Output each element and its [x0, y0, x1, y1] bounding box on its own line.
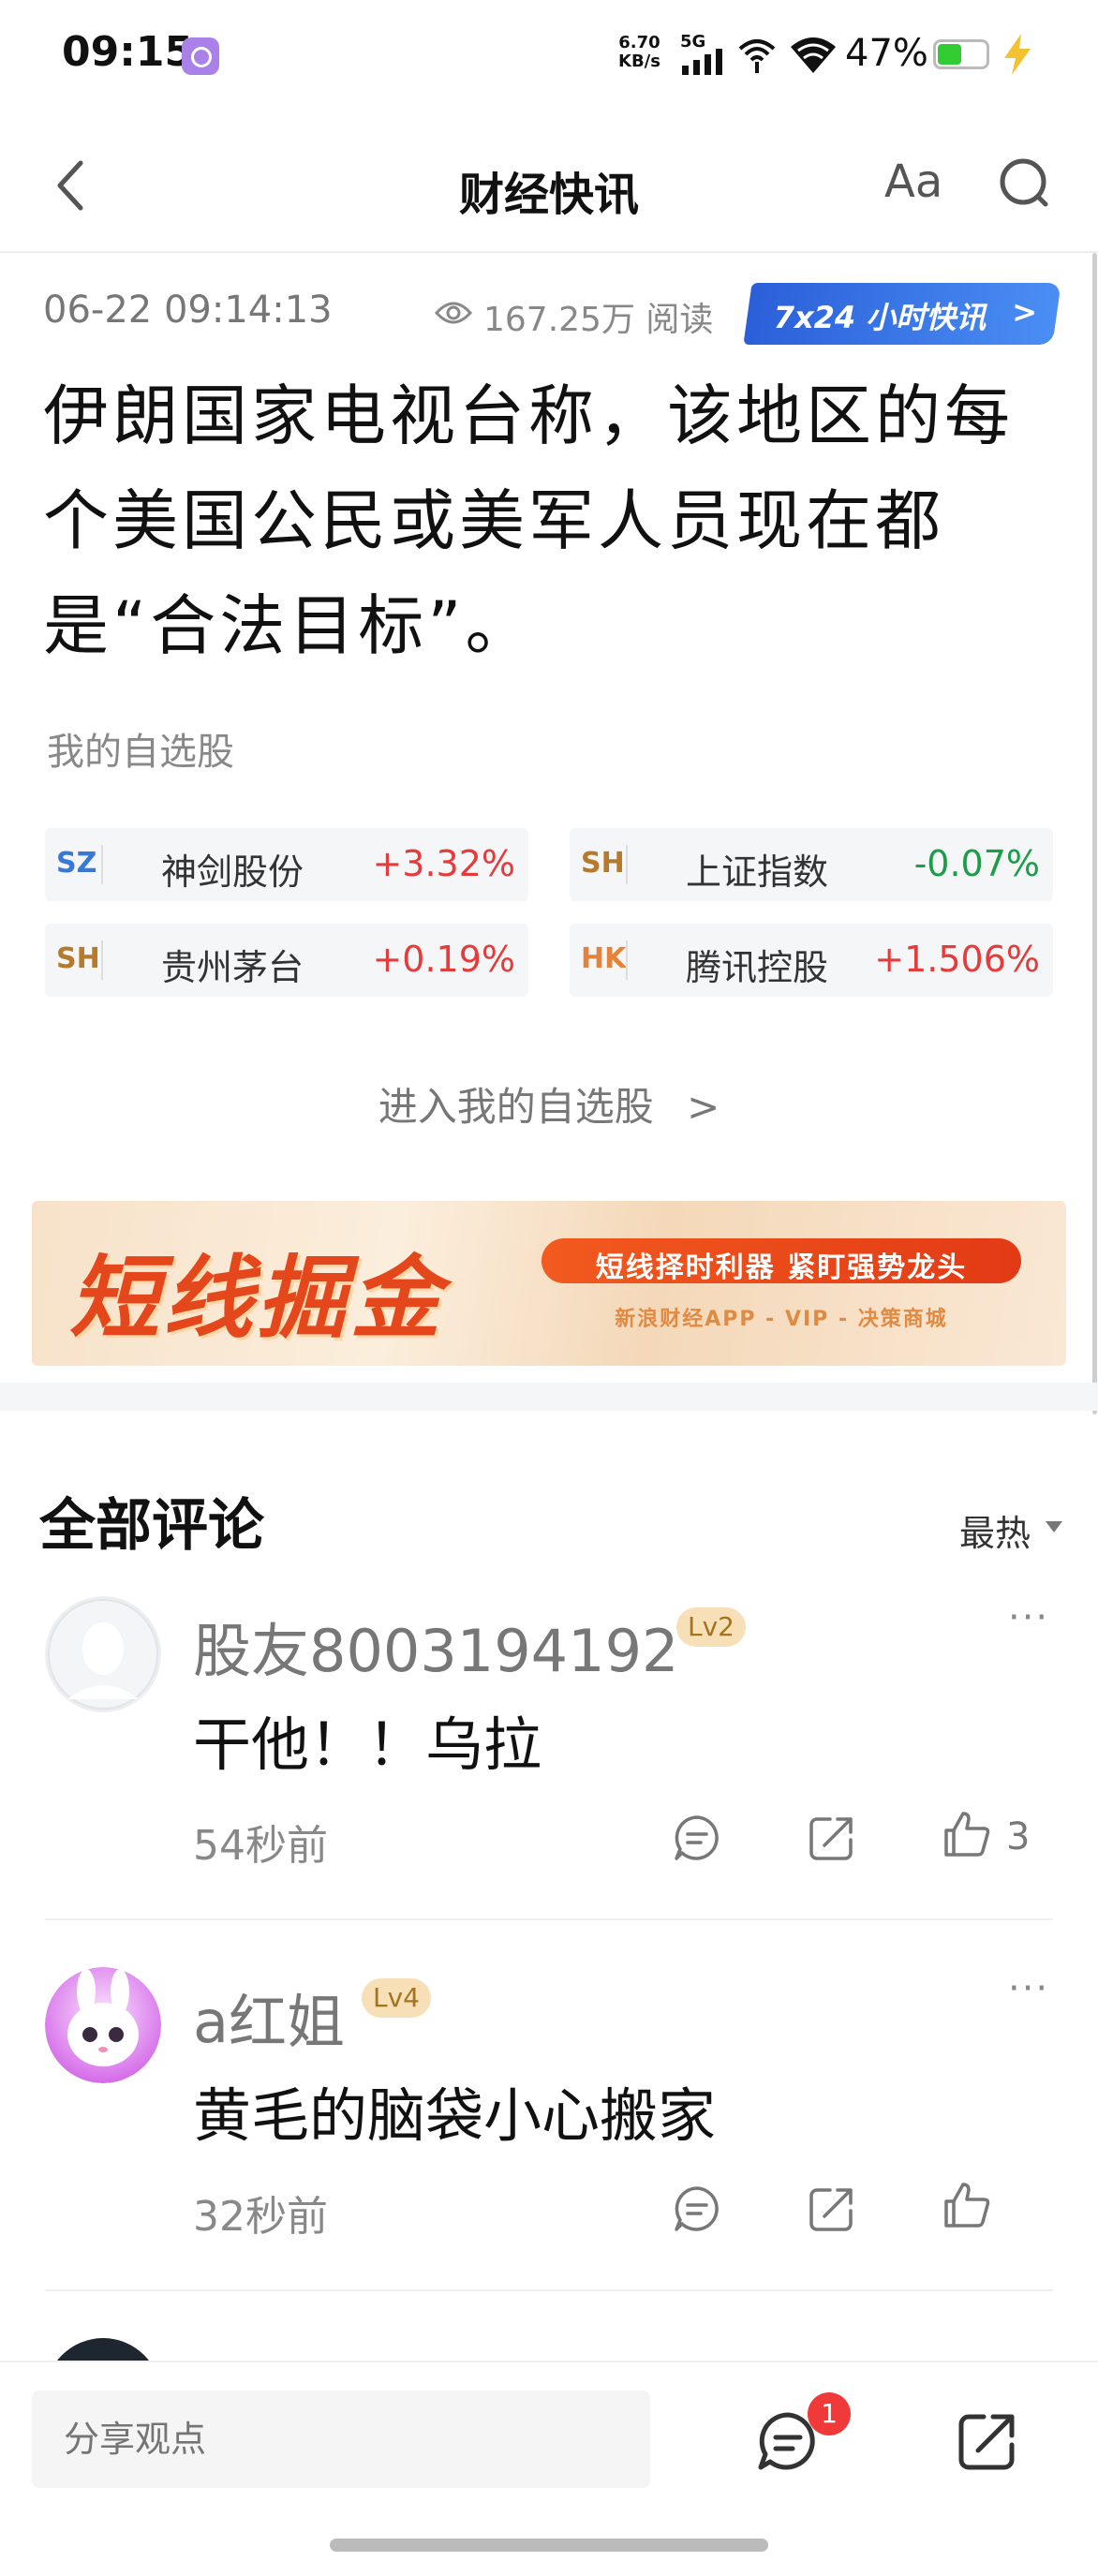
banner-tagline-pill: 短线择时利器 紧盯强势龙头 — [542, 1238, 1021, 1284]
comments-title: 全部评论 — [39, 1493, 264, 1559]
battery-icon — [933, 39, 989, 69]
share-opinion-input[interactable] — [32, 2391, 650, 2488]
like-icon[interactable] — [942, 2181, 991, 2229]
stock-market-tag: SH — [581, 847, 625, 880]
read-count: 167.25万 阅读 — [483, 301, 714, 339]
caret-down-icon[interactable] — [1046, 1521, 1062, 1532]
like-count: 3 — [1006, 1815, 1031, 1858]
user-level-badge: Lv4 — [362, 1978, 431, 2018]
eye-icon — [435, 302, 472, 324]
comment-username[interactable]: a红姐 — [193, 1975, 345, 2059]
banner-tagline: 短线择时利器 紧盯强势龙头 — [595, 1251, 968, 1284]
stock-name: 神剑股份 — [160, 851, 304, 893]
enter-my-stocks-label: 进入我的自选股 — [378, 1084, 654, 1130]
comment-divider — [45, 1918, 1053, 1920]
stock-card-tencent[interactable]: HK 腾讯控股 +1.506% — [570, 924, 1053, 997]
article-headline: 伊朗国家电视台称，该地区的每个美国公民或美军人员现在都是“合法目标”。 — [43, 378, 1014, 664]
comments-sort-select[interactable]: 最热 — [959, 1504, 1031, 1556]
more-options-icon[interactable]: ··· — [1008, 1596, 1049, 1639]
stock-card-shenjian[interactable]: SZ 神剑股份 +3.32% — [45, 828, 528, 901]
comment-count-badge: 1 — [808, 2392, 851, 2435]
share-icon[interactable] — [808, 2184, 856, 2233]
my-stocks-label: 我的自选股 — [47, 731, 234, 774]
stock-card-moutai[interactable]: SH 贵州茅台 +0.19% — [45, 924, 528, 997]
cellular-signal-icon — [682, 49, 722, 75]
network-speed-value: 6.70 — [618, 33, 660, 52]
scrollbar[interactable] — [1092, 253, 1097, 1414]
comment-divider — [45, 2289, 1053, 2291]
comment-time: 32秒前 — [193, 2193, 328, 2241]
stock-card-separator — [101, 845, 103, 884]
user-level-badge: Lv2 — [676, 1607, 746, 1647]
stock-card-shanghai-index[interactable]: SH 上证指数 -0.07% — [570, 828, 1053, 901]
stock-name: 上证指数 — [685, 851, 828, 893]
reply-icon[interactable] — [673, 1814, 721, 1862]
status-time: 09:15 — [62, 28, 194, 76]
stock-market-tag: HK — [581, 942, 627, 975]
comment-username[interactable]: 股友8003194192 — [193, 1604, 678, 1688]
stock-change: +0.19% — [372, 939, 515, 980]
stock-market-tag: SH — [56, 942, 100, 975]
network-speed: 6.70 KB/s — [618, 34, 660, 71]
share-icon[interactable] — [808, 1814, 856, 1862]
chevron-right-icon: > — [687, 1084, 720, 1130]
reply-icon[interactable] — [673, 2184, 721, 2233]
notification-app-icon — [182, 37, 219, 75]
promo-banner[interactable]: 短线掘金 短线择时利器 紧盯强势龙头 新浪财经APP - VIP - 决策商城 — [32, 1201, 1066, 1366]
wifi-icon — [791, 37, 836, 73]
stock-card-separator — [626, 845, 628, 884]
stock-card-separator — [101, 940, 103, 980]
battery-percent: 47% — [845, 32, 928, 75]
like-icon[interactable] — [942, 1810, 991, 1858]
comment-text: 干他！！乌拉 — [193, 1710, 542, 1779]
enter-my-stocks-link[interactable]: 进入我的自选股 > — [0, 1075, 1098, 1133]
article-timestamp: 06-22 09:14:13 — [43, 289, 333, 332]
avatar[interactable] — [45, 1596, 161, 1712]
comment-time: 54秒前 — [193, 1822, 328, 1870]
nav-divider — [0, 251, 1098, 253]
battery-fill — [938, 44, 962, 65]
charging-bolt-icon — [1004, 34, 1031, 75]
hotspot-icon — [738, 39, 776, 73]
stock-name: 贵州茅台 — [160, 947, 304, 988]
chevron-right-icon: > — [1012, 294, 1038, 330]
search-icon[interactable] — [997, 155, 1053, 212]
home-indicator[interactable] — [330, 2539, 768, 2552]
stock-card-separator — [626, 940, 628, 980]
stock-market-tag: SZ — [56, 847, 97, 880]
comment-text: 黄毛的脑袋小心搬家 — [193, 2081, 717, 2150]
banner-title: 短线掘金 — [69, 1246, 444, 1351]
stock-change: +1.506% — [874, 939, 1040, 980]
section-gap — [0, 1383, 1098, 1411]
banner-subline: 新浪财经APP - VIP - 决策商城 — [615, 1308, 948, 1331]
network-speed-unit: KB/s — [618, 52, 660, 71]
stock-change: +3.32% — [372, 843, 515, 884]
share-article-icon[interactable] — [956, 2411, 1017, 2473]
stock-change: -0.07% — [913, 843, 1040, 884]
7x24-news-badge-label: 7x24 小时快讯 — [773, 300, 987, 335]
7x24-news-badge[interactable]: 7x24 小时快讯 > — [743, 283, 1061, 345]
stock-name: 腾讯控股 — [685, 947, 828, 988]
font-size-button[interactable]: Aa — [884, 155, 942, 208]
avatar[interactable] — [45, 1967, 161, 2083]
more-options-icon[interactable]: ··· — [1008, 1967, 1049, 2010]
